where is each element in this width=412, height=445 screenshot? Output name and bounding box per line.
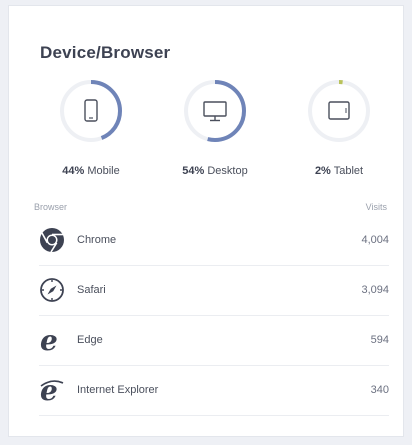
- internet-explorer-icon: e: [40, 377, 64, 403]
- device-stat-desktop: 54% Desktop: [170, 78, 260, 193]
- column-header-visits: Visits: [365, 202, 387, 212]
- mobile-icon: [84, 99, 98, 122]
- tablet-name: Tablet: [333, 165, 364, 177]
- tablet-icon: [328, 101, 350, 120]
- mobile-name: Mobile: [87, 165, 120, 177]
- browser-visits: 3,094: [361, 284, 389, 296]
- device-stat-mobile: 44% Mobile: [46, 78, 136, 193]
- desktop-donut: [184, 80, 246, 142]
- mobile-label: 44% Mobile: [46, 165, 136, 177]
- card-title: Device/Browser: [40, 43, 171, 62]
- mobile-donut: [60, 80, 122, 142]
- tablet-donut: [308, 80, 370, 142]
- desktop-icon: [203, 101, 227, 122]
- browser-visits: 340: [370, 384, 389, 396]
- safari-icon: [40, 278, 64, 302]
- browser-visits: 4,004: [361, 234, 389, 246]
- browser-name: Chrome: [77, 234, 117, 246]
- browser-name: Internet Explorer: [77, 384, 159, 396]
- desktop-name: Desktop: [207, 165, 248, 177]
- svg-text:e: e: [40, 327, 58, 353]
- desktop-percent: 54%: [182, 165, 205, 177]
- column-header-browser: Browser: [34, 202, 68, 212]
- device-browser-card: Device/Browser 44% Mobile 54% Desktop 2%…: [8, 5, 404, 437]
- device-stat-tablet: 2% Tablet: [294, 78, 384, 193]
- tablet-percent: 2%: [314, 165, 331, 177]
- edge-icon: e: [40, 327, 58, 353]
- browser-row-chrome[interactable]: Chrome 4,004: [39, 215, 389, 266]
- browser-name: Edge: [77, 334, 103, 346]
- desktop-label: 54% Desktop: [170, 165, 260, 177]
- tablet-label: 2% Tablet: [294, 165, 384, 177]
- browser-name: Safari: [77, 284, 106, 296]
- mobile-percent: 44%: [62, 165, 85, 177]
- browser-row-safari[interactable]: Safari 3,094: [39, 265, 389, 316]
- browser-row-internet-explorer[interactable]: e Internet Explorer 340: [39, 365, 389, 416]
- browser-visits: 594: [370, 334, 389, 346]
- chrome-icon: [40, 228, 64, 253]
- browser-row-edge[interactable]: e Edge 594: [39, 315, 389, 366]
